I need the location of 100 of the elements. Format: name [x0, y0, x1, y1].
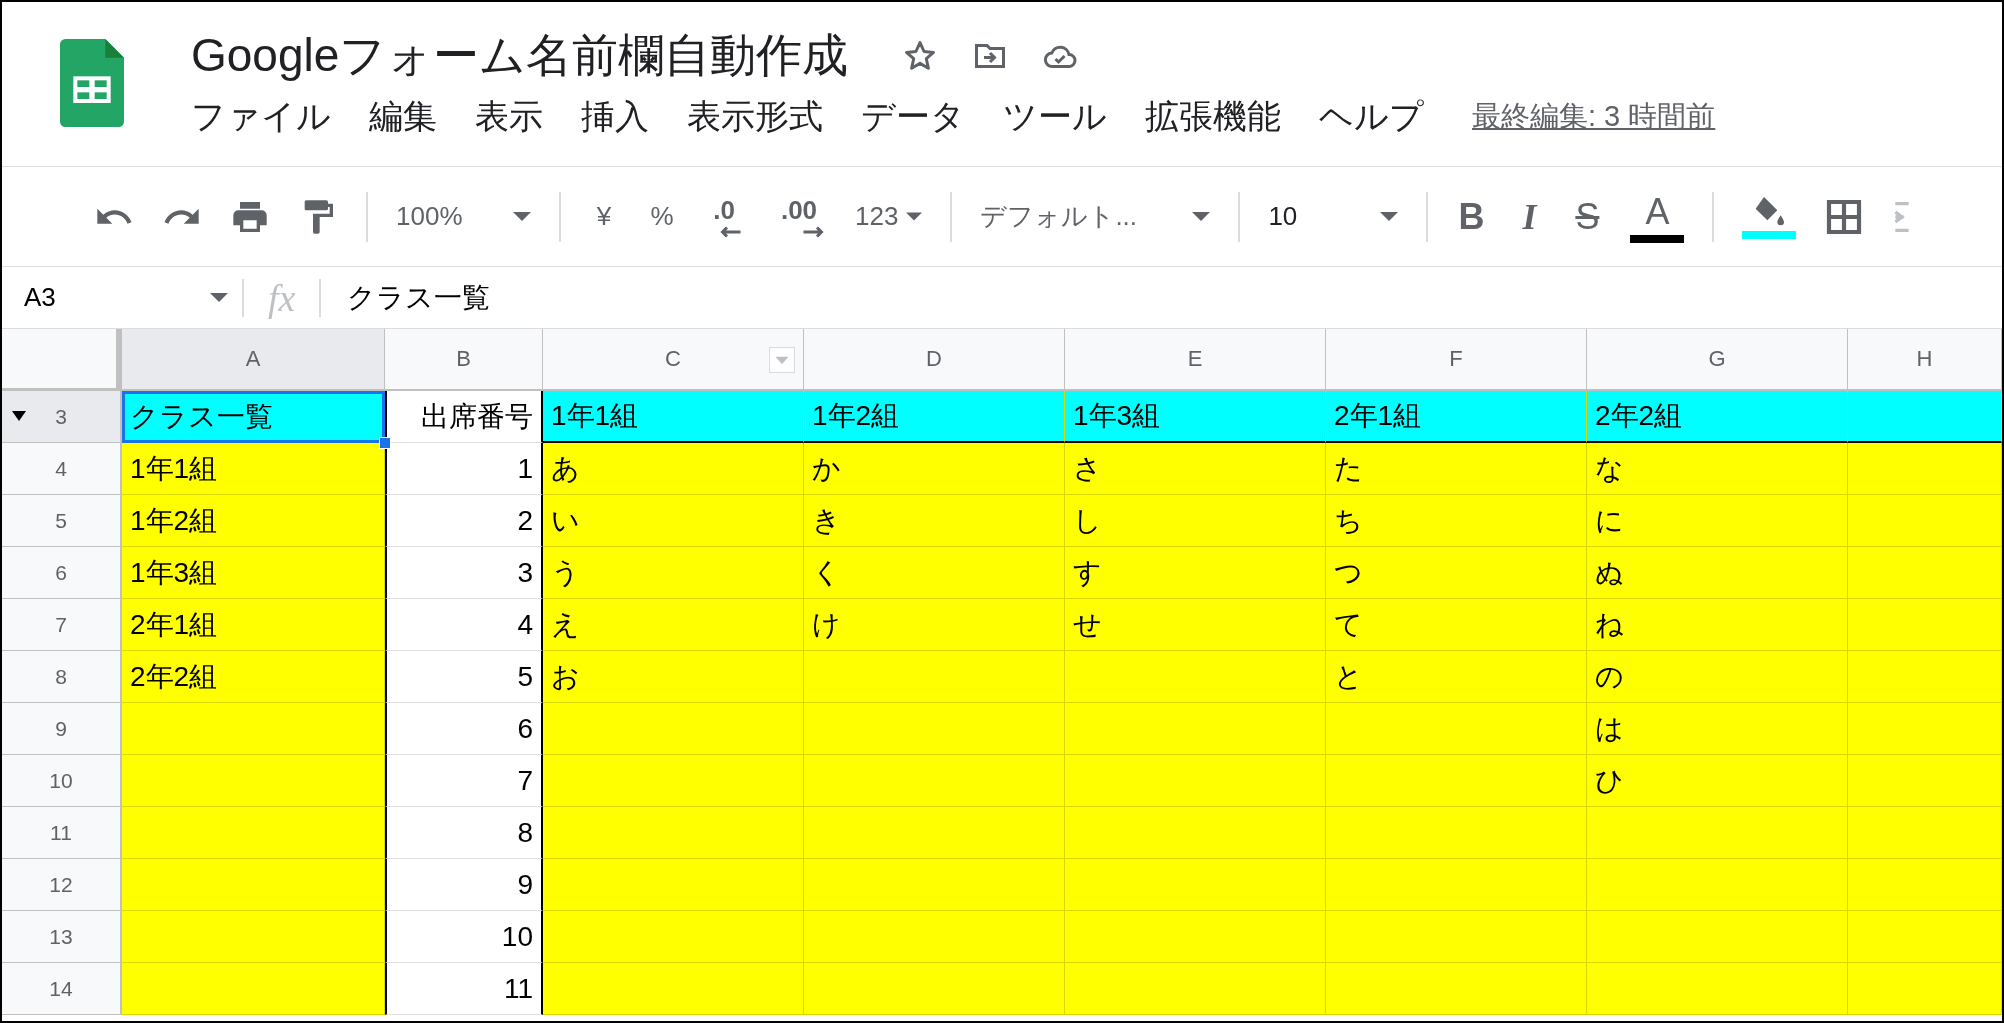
- caret-icon: [210, 293, 228, 302]
- table-cell: し: [1065, 495, 1326, 547]
- increase-decimal-button[interactable]: .00: [771, 195, 827, 238]
- row-header[interactable]: 10: [2, 755, 122, 807]
- table-cell: 1年2組: [804, 391, 1065, 443]
- menu-item[interactable]: 表示形式: [687, 94, 823, 140]
- row-header[interactable]: 11: [2, 807, 122, 859]
- column-header[interactable]: B: [385, 329, 543, 391]
- table-cell: 11: [385, 963, 543, 1015]
- table-cell: 7: [385, 755, 543, 807]
- table-cell: さ: [1065, 443, 1326, 495]
- table-cell: け: [804, 599, 1065, 651]
- table-cell: 5: [385, 651, 543, 703]
- column-header[interactable]: H: [1848, 329, 2002, 391]
- column-header[interactable]: E: [1065, 329, 1326, 391]
- table-cell: 9: [385, 859, 543, 911]
- table-cell: の: [1587, 651, 1848, 703]
- menu-item[interactable]: データ: [861, 94, 965, 140]
- caret-icon: [513, 212, 531, 221]
- table-cell: 2年1組: [1326, 391, 1587, 443]
- table-cell: か: [804, 443, 1065, 495]
- table-cell: あ: [543, 443, 804, 495]
- currency-button[interactable]: ¥: [589, 201, 619, 232]
- row-header[interactable]: 13: [2, 911, 122, 963]
- table-cell: き: [804, 495, 1065, 547]
- table-cell: 1: [385, 443, 543, 495]
- row-header[interactable]: 7: [2, 599, 122, 651]
- last-edit-link[interactable]: 最終編集: 3 時間前: [1472, 97, 1716, 137]
- column-header[interactable]: A: [122, 329, 385, 391]
- caret-icon: [1192, 212, 1211, 221]
- table-cell: す: [1065, 547, 1326, 599]
- caret-icon: [1380, 212, 1399, 221]
- table-cell: 2年2組: [122, 651, 385, 703]
- column-header[interactable]: D: [804, 329, 1065, 391]
- row-header[interactable]: 14: [2, 963, 122, 1015]
- menu-item[interactable]: ヘルプ: [1319, 94, 1424, 140]
- caret-icon: [906, 212, 923, 221]
- percent-button[interactable]: %: [647, 201, 677, 232]
- table-cell: せ: [1065, 599, 1326, 651]
- menu-item[interactable]: ツール: [1003, 94, 1107, 140]
- table-cell: 2: [385, 495, 543, 547]
- table-cell: ね: [1587, 599, 1848, 651]
- fill-color-button[interactable]: [1742, 194, 1797, 239]
- table-cell: に: [1587, 495, 1848, 547]
- row-header[interactable]: 4: [2, 443, 122, 495]
- menu-item[interactable]: ファイル: [191, 94, 331, 140]
- row-header[interactable]: 9: [2, 703, 122, 755]
- table-cell: 1年1組: [543, 391, 804, 443]
- font-size-dropdown[interactable]: 10: [1268, 201, 1399, 232]
- decrease-decimal-button[interactable]: .0: [705, 195, 743, 238]
- menu-item[interactable]: 表示: [475, 94, 543, 140]
- document-title[interactable]: Googleフォーム名前欄自動作成: [191, 25, 849, 87]
- menu-item[interactable]: 編集: [369, 94, 437, 140]
- table-cell: お: [543, 651, 804, 703]
- italic-button[interactable]: I: [1514, 195, 1545, 238]
- fill-handle[interactable]: [379, 437, 391, 449]
- table-cell: ぬ: [1587, 547, 1848, 599]
- table-cell: 3: [385, 547, 543, 599]
- formula-input[interactable]: クラス一覧: [321, 278, 491, 317]
- table-cell: 2年2組: [1587, 391, 1848, 443]
- table-cell: は: [1587, 703, 1848, 755]
- table-cell: 10: [385, 911, 543, 963]
- table-cell: 1年3組: [1065, 391, 1326, 443]
- text-color-button[interactable]: A: [1630, 190, 1685, 243]
- table-cell: 6: [385, 703, 543, 755]
- menu-item[interactable]: 拡張機能: [1145, 94, 1281, 140]
- table-cell: つ: [1326, 547, 1587, 599]
- table-cell: 2年1組: [122, 599, 385, 651]
- row-header[interactable]: 6: [2, 547, 122, 599]
- table-cell: 8: [385, 807, 543, 859]
- formula-icon: fx: [244, 275, 320, 320]
- table-cell: く: [804, 547, 1065, 599]
- zoom-dropdown[interactable]: 100%: [396, 201, 531, 232]
- row-header[interactable]: 5: [2, 495, 122, 547]
- column-header[interactable]: G: [1587, 329, 1848, 391]
- table-cell: た: [1326, 443, 1587, 495]
- sheets-logo-icon[interactable]: [60, 38, 124, 128]
- bold-button[interactable]: B: [1456, 195, 1487, 238]
- table-cell: 1年2組: [122, 495, 385, 547]
- font-dropdown[interactable]: デフォルト...: [980, 199, 1211, 234]
- table-cell: ち: [1326, 495, 1587, 547]
- strikethrough-button[interactable]: S: [1572, 195, 1603, 238]
- name-box[interactable]: A3: [2, 282, 242, 313]
- table-cell: と: [1326, 651, 1587, 703]
- menu-item[interactable]: 挿入: [581, 94, 649, 140]
- row-header[interactable]: 3: [2, 391, 122, 443]
- table-cell: な: [1587, 443, 1848, 495]
- table-cell: て: [1326, 599, 1587, 651]
- collapse-triangle-icon[interactable]: [12, 411, 26, 421]
- row-header[interactable]: 12: [2, 859, 122, 911]
- table-cell: え: [543, 599, 804, 651]
- row-header[interactable]: 8: [2, 651, 122, 703]
- column-header[interactable]: C: [543, 329, 804, 391]
- table-cell: 出席番号: [385, 391, 543, 443]
- table-cell: ひ: [1587, 755, 1848, 807]
- table-cell: 1年3組: [122, 547, 385, 599]
- table-cell: 1年1組: [122, 443, 385, 495]
- number-format-dropdown[interactable]: 123: [855, 201, 923, 232]
- column-header[interactable]: F: [1326, 329, 1587, 391]
- table-cell: い: [543, 495, 804, 547]
